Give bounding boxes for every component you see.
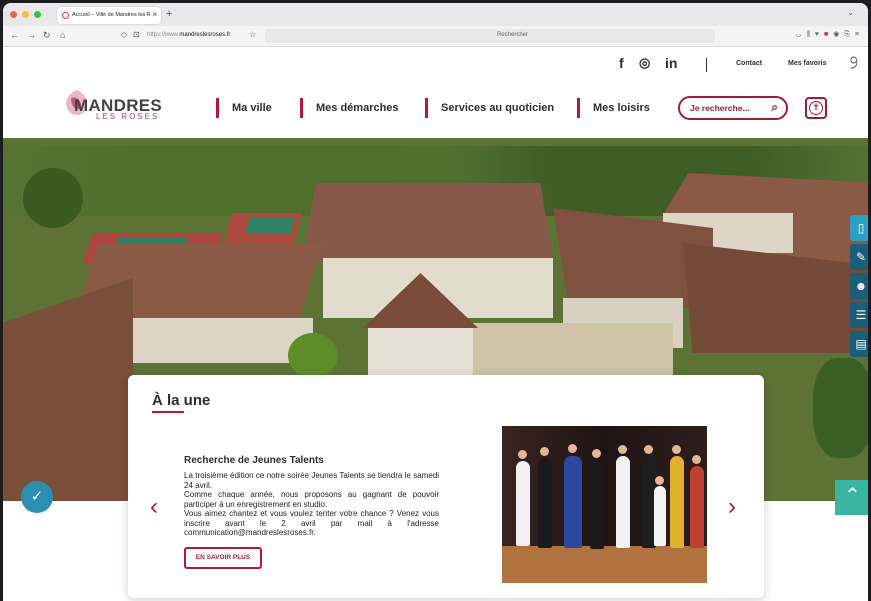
checkmark-icon[interactable]: ✓ <box>21 481 53 513</box>
featured-card: À la une ‹ Recherche de Jeunes Talents L… <box>128 375 764 598</box>
site-search-button[interactable]: Je recherche... ⌕ <box>678 96 788 120</box>
library-icon[interactable]: ⫼ <box>807 31 815 38</box>
lock-icon[interactable]: ⊡ <box>133 30 140 39</box>
section-title: À la une <box>152 392 211 409</box>
menu-item-services[interactable]: Services au quoticien <box>425 98 554 118</box>
menu-item-mes-loisirs[interactable]: Mes loisirs <box>577 98 650 118</box>
close-window-icon[interactable] <box>10 11 17 18</box>
title-underline <box>152 411 184 413</box>
menu-icon[interactable]: ≡ <box>855 31 864 38</box>
toolbar-icons[interactable]: ◡⫼♥■◉⎘≡ <box>795 30 864 39</box>
carousel-prev-icon[interactable]: ‹ <box>150 493 158 521</box>
user-icon[interactable]: ☻ <box>850 273 868 299</box>
article-photo[interactable] <box>502 426 707 583</box>
article-title[interactable]: Recherche de Jeunes Talents <box>184 455 324 466</box>
document-icon[interactable]: ▤ <box>850 331 868 357</box>
search-placeholder: Rechercher <box>497 32 529 38</box>
search-icon: ⌕ <box>771 100 778 114</box>
divider <box>706 58 707 72</box>
back-icon[interactable]: ← <box>10 30 19 40</box>
ear-icon[interactable]: 𝟿 <box>848 53 859 73</box>
back-to-top-icon[interactable]: ⌃ <box>835 480 868 515</box>
favorites-link[interactable]: Mes favoris <box>788 60 827 67</box>
menu-item-ma-ville[interactable]: Ma ville <box>216 98 272 118</box>
shield-extension-icon[interactable]: ♥ <box>815 31 824 38</box>
shield-icon[interactable]: ◇ <box>121 30 127 39</box>
site-search-label: Je recherche... <box>690 103 750 113</box>
url-prefix: https://www. <box>147 32 180 38</box>
accessibility-icon: ✝ <box>809 101 823 115</box>
browser-window: Accueil – Ville de Mandres les R × + ⌄ ←… <box>3 3 868 601</box>
contact-link[interactable]: Contact <box>736 60 762 67</box>
linkedin-icon[interactable]: in <box>665 55 677 71</box>
article-paragraph-2: Comme chaque année, nous proposons au ga… <box>184 490 439 509</box>
bookmark-star-icon[interactable]: ☆ <box>249 30 256 39</box>
menu-item-mes-demarches[interactable]: Mes démarches <box>300 98 399 118</box>
megaphone-icon[interactable]: ✎ <box>850 244 868 270</box>
tab-list-icon[interactable]: ⌄ <box>847 8 854 17</box>
share-icon[interactable]: ⎘ <box>844 31 855 38</box>
search-input[interactable]: Rechercher <box>265 29 715 43</box>
new-tab-icon[interactable]: + <box>166 8 172 20</box>
extension-icon[interactable]: ■ <box>824 31 833 38</box>
pocket-icon[interactable]: ◡ <box>795 31 806 38</box>
mobile-icon[interactable]: ▯ <box>850 215 868 241</box>
tab-title: Accueil – Ville de Mandres les R <box>72 12 151 18</box>
maximize-window-icon[interactable] <box>34 11 41 18</box>
url-domain: mandreslesroses.fr <box>179 32 231 38</box>
site-favicon-icon <box>62 12 69 19</box>
browser-tab[interactable]: Accueil – Ville de Mandres les R × <box>57 7 161 24</box>
quick-access-toolbar: ▯ ✎ ☻ ☰ ▤ <box>850 215 868 360</box>
tab-strip: Accueil – Ville de Mandres les R × + ⌄ <box>3 3 868 26</box>
account-icon[interactable]: ◉ <box>833 31 844 38</box>
home-icon[interactable]: ⌂ <box>60 30 65 40</box>
address-bar[interactable]: ◇ ⊡ https://www.mandreslesroses.fr ☆ <box>119 29 259 43</box>
logo-subtitle: LES ROSES <box>96 112 160 121</box>
accessibility-button[interactable]: ✝ <box>805 97 827 119</box>
reload-icon[interactable]: ↻ <box>43 30 51 41</box>
instagram-icon[interactable]: ◎ <box>639 55 650 71</box>
article-paragraph-3: Vous aimez chantez et vous voulez tenter… <box>184 509 439 537</box>
minimize-window-icon[interactable] <box>22 11 29 18</box>
carousel-next-icon[interactable]: › <box>728 493 736 521</box>
facebook-icon[interactable]: f <box>619 55 624 71</box>
read-more-button[interactable]: EN SAVOIR PLUS <box>184 547 262 569</box>
forward-icon[interactable]: → <box>27 30 36 40</box>
close-tab-icon[interactable]: × <box>152 10 157 19</box>
site-logo[interactable]: MANDRES LES ROSES <box>56 88 166 124</box>
article-paragraph-1: La troisième édition ce notre soirée Jeu… <box>184 471 439 490</box>
navigation-bar: ← → ↻ ⌂ ◇ ⊡ https://www.mandreslesroses.… <box>3 26 868 47</box>
database-icon[interactable]: ☰ <box>850 302 868 328</box>
